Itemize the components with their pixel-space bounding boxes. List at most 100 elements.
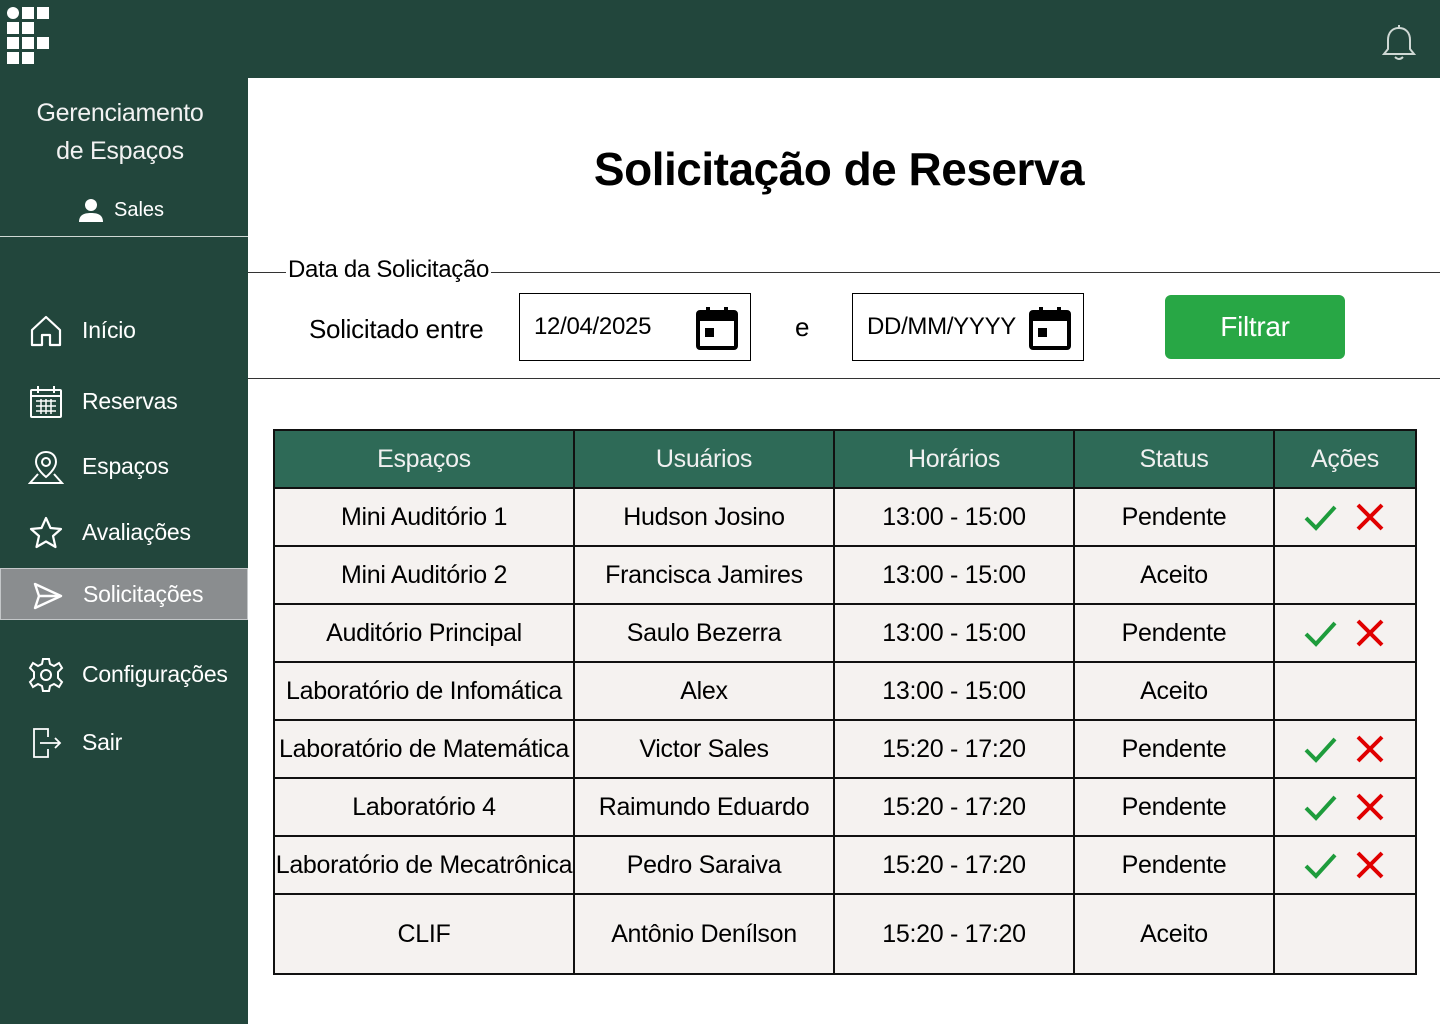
calendar-icon bbox=[30, 386, 62, 418]
accept-check-icon[interactable] bbox=[1302, 789, 1338, 825]
actions-cell bbox=[1273, 777, 1417, 837]
user-profile[interactable]: Sales bbox=[78, 196, 164, 224]
row-actions bbox=[1275, 847, 1415, 883]
table-row: CLIF Antônio Denílson 15:20 - 17:20 Aceito bbox=[273, 893, 1417, 975]
filter-button[interactable]: Filtrar bbox=[1165, 295, 1345, 359]
status-cell: Pendente bbox=[1073, 835, 1275, 895]
accept-check-icon[interactable] bbox=[1302, 499, 1338, 535]
sidebar-item-label: Avaliações bbox=[82, 518, 191, 545]
calendar-picker-icon[interactable] bbox=[1029, 306, 1071, 350]
send-icon bbox=[33, 582, 63, 610]
actions-cell bbox=[1273, 661, 1417, 721]
map-pin-icon bbox=[28, 450, 64, 484]
row-actions bbox=[1275, 615, 1415, 651]
status-cell: Pendente bbox=[1073, 777, 1275, 837]
date-range-conjunction: e bbox=[795, 312, 810, 342]
actions-cell bbox=[1273, 893, 1417, 975]
space-cell: Mini Auditório 1 bbox=[273, 487, 575, 547]
top-bar bbox=[0, 0, 1440, 78]
actions-cell bbox=[1273, 835, 1417, 895]
logout-icon bbox=[33, 728, 62, 758]
user-icon bbox=[79, 199, 103, 222]
table-row: Laboratório 4 Raimundo Eduardo 15:20 - 17:… bbox=[273, 777, 1417, 837]
institution-logo[interactable] bbox=[6, 6, 52, 66]
sidebar-item-avaliacoes[interactable]: Avaliações bbox=[0, 506, 248, 558]
sidebar-item-configuracoes[interactable]: Configurações bbox=[0, 648, 248, 700]
filter-section-bottom-border bbox=[248, 378, 1440, 379]
space-cell: Auditório Principal bbox=[273, 603, 575, 663]
table-row: Laboratório de Matemática Victor Sales 15:… bbox=[273, 719, 1417, 779]
status-cell: Aceito bbox=[1073, 545, 1275, 605]
table-row: Mini Auditório 1 Hudson Josino 13:00 - 15:… bbox=[273, 487, 1417, 547]
time-cell: 15:20 - 17:20 bbox=[833, 777, 1075, 837]
user-cell: Alex bbox=[573, 661, 835, 721]
reject-x-icon[interactable] bbox=[1352, 731, 1388, 767]
end-date-field[interactable] bbox=[852, 293, 1084, 361]
column-header-espacos: Espaços bbox=[273, 429, 575, 489]
home-icon bbox=[30, 315, 62, 347]
space-cell: Mini Auditório 2 bbox=[273, 545, 575, 605]
column-header-acoes: Ações bbox=[1273, 429, 1417, 489]
reject-x-icon[interactable] bbox=[1352, 499, 1388, 535]
start-date-input[interactable] bbox=[534, 306, 694, 348]
row-actions bbox=[1275, 731, 1415, 767]
time-cell: 15:20 - 17:20 bbox=[833, 893, 1075, 975]
sidebar: Gerenciamento de Espaços Sales Início Re… bbox=[0, 78, 248, 1024]
row-actions bbox=[1275, 499, 1415, 535]
status-cell: Aceito bbox=[1073, 893, 1275, 975]
table-row: Laboratório de Infomática Alex 13:00 - 15:… bbox=[273, 661, 1417, 721]
user-cell: Hudson Josino bbox=[573, 487, 835, 547]
accept-check-icon[interactable] bbox=[1302, 615, 1338, 651]
time-cell: 15:20 - 17:20 bbox=[833, 835, 1075, 895]
calendar-picker-icon[interactable] bbox=[696, 306, 738, 350]
sidebar-item-label: Espaços bbox=[82, 452, 169, 479]
app-title-line2: de Espaços bbox=[56, 137, 184, 165]
status-cell: Pendente bbox=[1073, 719, 1275, 779]
accept-check-icon[interactable] bbox=[1302, 847, 1338, 883]
reject-x-icon[interactable] bbox=[1352, 615, 1388, 651]
star-icon bbox=[29, 516, 63, 549]
user-cell: Francisca Jamires bbox=[573, 545, 835, 605]
column-header-status: Status bbox=[1073, 429, 1275, 489]
start-date-field[interactable] bbox=[519, 293, 751, 361]
space-cell: CLIF bbox=[273, 893, 575, 975]
column-header-usuarios: Usuários bbox=[573, 429, 835, 489]
space-cell: Laboratório de Matemática bbox=[273, 719, 575, 779]
sidebar-item-solicitacoes[interactable]: Solicitações bbox=[0, 568, 248, 620]
table-row: Mini Auditório 2 Francisca Jamires 13:00 -… bbox=[273, 545, 1417, 605]
table-row: Auditório Principal Saulo Bezerra 13:00 - … bbox=[273, 603, 1417, 663]
sidebar-item-label: Configurações bbox=[82, 660, 228, 687]
reject-x-icon[interactable] bbox=[1352, 847, 1388, 883]
sidebar-divider bbox=[0, 236, 248, 237]
sidebar-item-inicio[interactable]: Início bbox=[0, 304, 248, 356]
status-cell: Pendente bbox=[1073, 487, 1275, 547]
time-cell: 15:20 - 17:20 bbox=[833, 719, 1075, 779]
status-cell: Pendente bbox=[1073, 603, 1275, 663]
app-title-line1: Gerenciamento bbox=[36, 99, 204, 127]
sidebar-item-label: Sair bbox=[82, 728, 123, 755]
accept-check-icon[interactable] bbox=[1302, 731, 1338, 767]
sidebar-item-reservas[interactable]: Reservas bbox=[0, 375, 248, 427]
time-cell: 13:00 - 15:00 bbox=[833, 603, 1075, 663]
end-date-input[interactable] bbox=[867, 306, 1027, 348]
time-cell: 13:00 - 15:00 bbox=[833, 487, 1075, 547]
date-range-label: Solicitado entre bbox=[309, 314, 484, 344]
sidebar-item-espacos[interactable]: Espaços bbox=[0, 440, 248, 492]
table-header-row: Espaços Usuários Horários Status Ações bbox=[273, 429, 1417, 489]
time-cell: 13:00 - 15:00 bbox=[833, 545, 1075, 605]
status-cell: Aceito bbox=[1073, 661, 1275, 721]
actions-cell bbox=[1273, 545, 1417, 605]
bell-icon[interactable] bbox=[1380, 24, 1418, 62]
sidebar-item-label: Reservas bbox=[82, 387, 178, 414]
user-name: Sales bbox=[114, 198, 165, 221]
actions-cell bbox=[1273, 487, 1417, 547]
page-title: Solicitação de Reserva bbox=[593, 143, 1085, 195]
requests-table: Espaços Usuários Horários Status Ações M… bbox=[273, 429, 1417, 975]
sidebar-item-sair[interactable]: Sair bbox=[0, 716, 248, 768]
user-cell: Antônio Denílson bbox=[573, 893, 835, 975]
reject-x-icon[interactable] bbox=[1352, 789, 1388, 825]
table-row: Laboratório de Mecatrônica Pedro Saraiva 1… bbox=[273, 835, 1417, 895]
user-cell: Victor Sales bbox=[573, 719, 835, 779]
actions-cell bbox=[1273, 603, 1417, 663]
space-cell: Laboratório 4 bbox=[273, 777, 575, 837]
